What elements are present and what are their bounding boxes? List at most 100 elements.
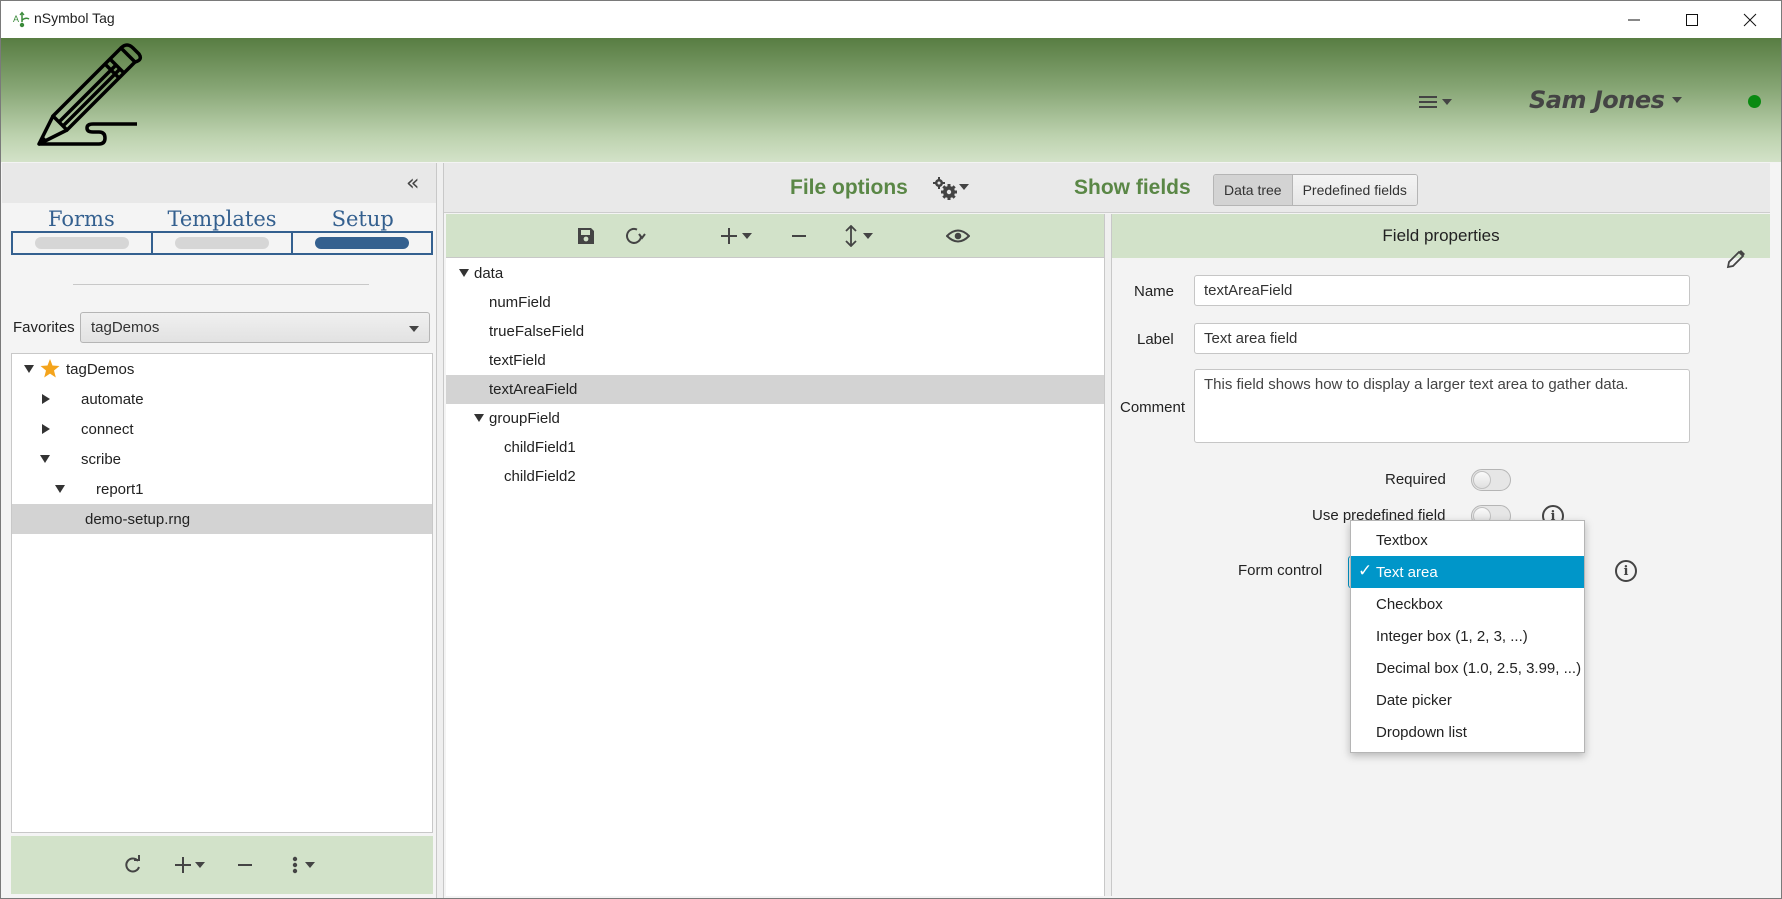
chevron-down-icon bbox=[1442, 99, 1452, 105]
sidebar: « Forms Templates Setup Favorites tagDem… bbox=[2, 163, 436, 898]
expand-triangle-icon[interactable] bbox=[474, 414, 484, 422]
dropdown-option[interactable]: Textbox bbox=[1351, 524, 1584, 556]
chevron-down-icon bbox=[1672, 97, 1683, 103]
refresh-button[interactable] bbox=[123, 854, 143, 876]
close-icon bbox=[1743, 13, 1757, 26]
label-input[interactable]: Text area field bbox=[1194, 323, 1690, 354]
maximize-button[interactable] bbox=[1663, 1, 1721, 38]
predefined-fields-toggle-button[interactable]: Predefined fields bbox=[1292, 175, 1417, 205]
tree-item-label: report1 bbox=[96, 480, 144, 498]
pane-splitter[interactable] bbox=[1104, 214, 1112, 896]
comment-textarea[interactable]: This field shows how to display a larger… bbox=[1194, 369, 1690, 443]
option-label: Text area bbox=[1376, 563, 1438, 581]
file-options-button[interactable] bbox=[931, 175, 971, 203]
data-tree-node-group[interactable]: groupField bbox=[446, 404, 1104, 433]
dropdown-option-selected[interactable]: ✓ Text area bbox=[1351, 556, 1584, 588]
tab-forms[interactable]: Forms bbox=[11, 207, 152, 231]
save-icon bbox=[578, 228, 594, 244]
collapse-triangle-icon[interactable] bbox=[42, 424, 50, 434]
expand-triangle-icon[interactable] bbox=[55, 485, 65, 493]
dropdown-option[interactable]: Checkbox bbox=[1351, 588, 1584, 620]
node-label: childField2 bbox=[504, 468, 576, 485]
user-name: Sam Jones bbox=[1529, 86, 1665, 114]
preview-button[interactable] bbox=[946, 224, 970, 248]
tab-setup-indicator[interactable] bbox=[293, 233, 431, 253]
more-vertical-icon bbox=[292, 856, 298, 874]
tree-item-label: scribe bbox=[81, 450, 122, 468]
window-title: nSymbol Tag bbox=[34, 10, 115, 26]
tree-item-automate[interactable]: automate bbox=[12, 384, 432, 414]
show-fields-toggle: Data tree Predefined fields bbox=[1213, 174, 1418, 206]
data-tree-node[interactable]: numField bbox=[446, 288, 1104, 317]
data-tree-node[interactable]: childField1 bbox=[446, 433, 1104, 462]
form-control-label: Form control bbox=[1238, 562, 1323, 579]
tree-item-demo-setup[interactable]: demo-setup.rng bbox=[12, 504, 432, 534]
tree-item-report1[interactable]: report1 bbox=[12, 474, 432, 504]
main-menu-button[interactable] bbox=[1419, 90, 1459, 114]
more-options-button[interactable] bbox=[291, 854, 315, 876]
expand-triangle-icon[interactable] bbox=[459, 269, 469, 277]
minimize-button[interactable] bbox=[1605, 1, 1663, 38]
remove-field-button[interactable] bbox=[791, 224, 807, 248]
tree-item-label: tagDemos bbox=[66, 360, 135, 378]
node-label: groupField bbox=[489, 410, 560, 427]
tab-templates-indicator[interactable] bbox=[153, 233, 293, 253]
info-icon[interactable]: i bbox=[1615, 560, 1637, 582]
save-button[interactable] bbox=[576, 224, 596, 248]
maximize-icon bbox=[1686, 13, 1698, 26]
data-tree-pane: data numField trueFalseField textField t… bbox=[446, 214, 1104, 896]
reload-button[interactable] bbox=[624, 224, 646, 248]
remove-icon bbox=[238, 864, 252, 866]
tree-item-connect[interactable]: connect bbox=[12, 414, 432, 444]
chevron-down-icon bbox=[195, 862, 205, 868]
chevron-down-icon bbox=[409, 326, 419, 332]
minimize-icon bbox=[1628, 19, 1640, 20]
node-label: numField bbox=[489, 294, 551, 311]
move-field-button[interactable] bbox=[844, 224, 873, 248]
close-button[interactable] bbox=[1721, 1, 1779, 38]
tab-forms-indicator[interactable] bbox=[13, 233, 153, 253]
comment-label: Comment bbox=[1120, 399, 1186, 416]
add-field-button[interactable] bbox=[720, 224, 752, 248]
nav-tabs: Forms Templates Setup bbox=[11, 207, 433, 255]
dropdown-option[interactable]: Integer box (1, 2, 3, ...) bbox=[1351, 620, 1584, 652]
data-tree-node-selected[interactable]: textAreaField bbox=[446, 375, 1104, 404]
node-label: childField1 bbox=[504, 439, 576, 456]
add-icon bbox=[175, 857, 191, 873]
file-tree: tagDemos automate connect scribe report1… bbox=[11, 353, 433, 833]
header-banner: Sam Jones bbox=[1, 38, 1781, 162]
tree-item-label: demo-setup.rng bbox=[85, 510, 191, 528]
user-menu-button[interactable]: Sam Jones bbox=[1529, 86, 1683, 114]
favorites-select[interactable]: tagDemos bbox=[80, 312, 430, 343]
data-tree-node[interactable]: childField2 bbox=[446, 462, 1104, 491]
svg-text:A: A bbox=[13, 14, 19, 24]
name-input[interactable]: textAreaField bbox=[1194, 275, 1690, 306]
node-label: trueFalseField bbox=[489, 323, 585, 340]
dropdown-option[interactable]: Decimal box (1.0, 2.5, 3.99, ...) bbox=[1351, 652, 1584, 684]
collapse-sidebar-button[interactable]: « bbox=[406, 171, 419, 196]
file-options-label: File options bbox=[790, 176, 908, 199]
tree-item-label: connect bbox=[81, 420, 134, 438]
data-tree-toggle-button[interactable]: Data tree bbox=[1214, 175, 1293, 205]
data-tree-node-data[interactable]: data bbox=[446, 259, 1104, 288]
tab-setup[interactable]: Setup bbox=[292, 207, 433, 231]
collapse-triangle-icon[interactable] bbox=[42, 394, 50, 404]
tab-templates[interactable]: Templates bbox=[152, 207, 293, 231]
dropdown-option[interactable]: Dropdown list bbox=[1351, 716, 1584, 748]
tree-item-tagdemos[interactable]: tagDemos bbox=[12, 354, 432, 384]
data-tree-node[interactable]: textField bbox=[446, 346, 1104, 375]
data-tree-node[interactable]: trueFalseField bbox=[446, 317, 1104, 346]
required-toggle[interactable] bbox=[1471, 469, 1511, 491]
remove-button[interactable] bbox=[237, 854, 253, 876]
tree-item-scribe[interactable]: scribe bbox=[12, 444, 432, 474]
pencil-logo-icon bbox=[37, 43, 143, 146]
star-icon bbox=[40, 359, 60, 378]
label-label: Label bbox=[1137, 331, 1174, 348]
add-button[interactable] bbox=[174, 854, 205, 876]
expand-triangle-icon[interactable] bbox=[40, 455, 50, 463]
sidebar-splitter[interactable] bbox=[436, 163, 444, 898]
expand-triangle-icon[interactable] bbox=[24, 365, 34, 373]
edit-pencil-icon[interactable] bbox=[1724, 249, 1746, 271]
checkmark-icon: ✓ bbox=[1358, 561, 1373, 580]
dropdown-option[interactable]: Date picker bbox=[1351, 684, 1584, 716]
